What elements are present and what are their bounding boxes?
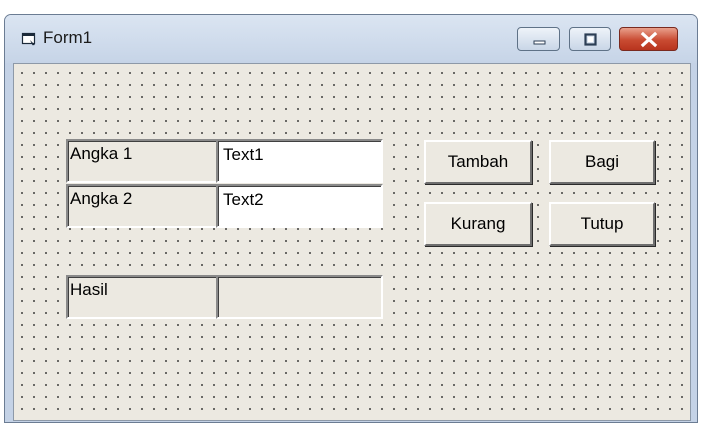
close-icon (640, 31, 658, 48)
form-icon (21, 32, 36, 46)
text2-input[interactable]: Text2 (216, 184, 383, 228)
minimize-icon (533, 40, 546, 45)
hasil-output (216, 275, 383, 319)
title-bar[interactable]: Form1 (5, 15, 697, 63)
close-button[interactable] (619, 27, 678, 51)
maximize-icon (584, 33, 597, 46)
label-angka-2: Angka 2 (66, 184, 218, 228)
form-client-area: Angka 1 Text1 Angka 2 Text2 Hasil Tambah… (13, 63, 691, 421)
kurang-button[interactable]: Kurang (424, 202, 532, 246)
tutup-button[interactable]: Tutup (549, 202, 655, 246)
form-window: Form1 Angka 1 Text1 Angka 2 Text2 Hasil (4, 14, 698, 423)
tambah-button[interactable]: Tambah (424, 140, 532, 184)
maximize-button[interactable] (569, 27, 611, 51)
bagi-button[interactable]: Bagi (549, 140, 655, 184)
label-hasil: Hasil (66, 275, 218, 319)
text1-input[interactable]: Text1 (216, 139, 383, 183)
window-title: Form1 (43, 28, 93, 47)
minimize-button[interactable] (517, 27, 560, 51)
label-angka-1: Angka 1 (66, 139, 218, 183)
